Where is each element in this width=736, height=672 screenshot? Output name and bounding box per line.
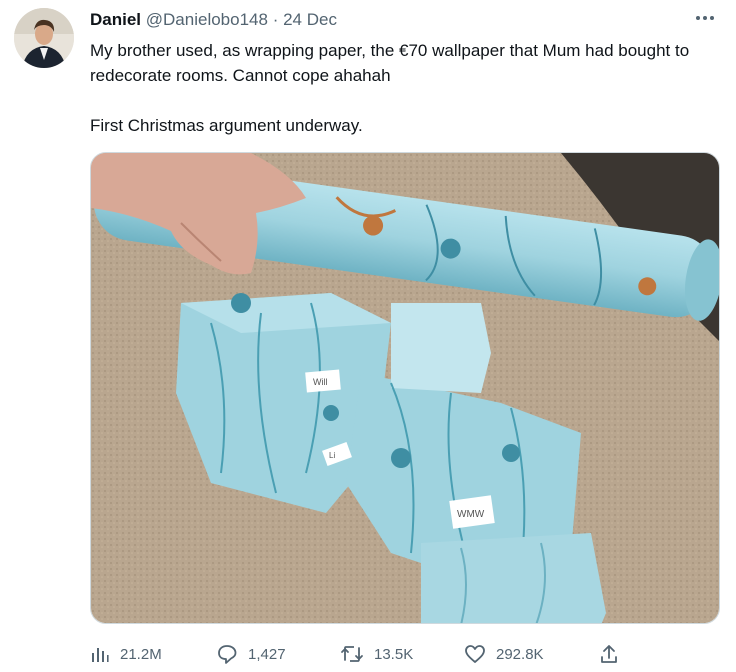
views-icon	[92, 648, 109, 662]
like-count: 292.8K	[496, 645, 544, 663]
tweet-header: Daniel @Danielobo148 · 24 Dec	[90, 10, 337, 30]
reply-count: 1,427	[248, 645, 286, 663]
more-options-button[interactable]	[690, 6, 720, 30]
tweet-photo[interactable]: Will WMW Li	[90, 152, 720, 624]
author-handle[interactable]: @Danielobo148	[146, 10, 268, 29]
retweet-button[interactable]: 13.5K	[340, 638, 413, 670]
share-icon	[601, 645, 617, 663]
label-wmw: WMW	[457, 509, 485, 520]
wrapped-presents-photo: Will WMW Li	[91, 153, 719, 623]
header-separator: ·	[272, 10, 279, 29]
views-button[interactable]: 21.2M	[90, 638, 162, 670]
like-icon	[465, 645, 485, 663]
share-button[interactable]	[598, 638, 620, 670]
retweet-count: 13.5K	[374, 645, 414, 663]
tweet-actions: 21.2M 1,427 13.5K 292.8K	[90, 638, 720, 670]
tweet-text: My brother used, as wrapping paper, the …	[90, 38, 710, 138]
avatar-image	[14, 8, 74, 68]
present-bottom	[421, 533, 606, 623]
label-li: Li	[329, 451, 335, 460]
retweet-icon	[341, 646, 363, 662]
label-will: Will	[313, 377, 328, 387]
reply-icon	[218, 645, 237, 664]
tweet-text-paragraph-2: First Christmas argument underway.	[90, 116, 363, 135]
like-button[interactable]: 292.8K	[464, 638, 544, 670]
author-name[interactable]: Daniel	[90, 10, 141, 29]
author-avatar[interactable]	[14, 8, 74, 68]
reply-button[interactable]: 1,427	[216, 638, 286, 670]
tweet-date[interactable]: 24 Dec	[283, 10, 337, 29]
tweet-text-paragraph-1: My brother used, as wrapping paper, the …	[90, 41, 690, 85]
views-count: 21.2M	[120, 645, 162, 663]
more-icon	[696, 16, 714, 20]
